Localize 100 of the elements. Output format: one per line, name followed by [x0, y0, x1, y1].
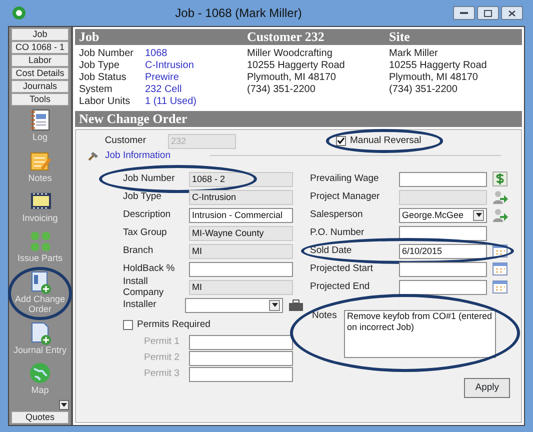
input-field[interactable] — [399, 190, 487, 204]
field-label: Permit 1 — [143, 336, 180, 348]
input-field[interactable]: 1068 - 2 — [189, 172, 293, 186]
field-label: Job Type — [123, 191, 162, 203]
sidebar-tab[interactable]: Labor — [11, 54, 69, 67]
field-label: Job Type — [79, 60, 120, 72]
dollar-icon — [492, 171, 508, 187]
globe-icon — [28, 362, 52, 385]
sidebar-tab[interactable]: CO 1068 - 1 — [11, 41, 69, 54]
checkbox-label: Manual Reversal — [350, 135, 422, 147]
input-field[interactable] — [399, 172, 487, 186]
input-field[interactable] — [399, 226, 487, 240]
job-information-link[interactable]: Job Information — [105, 150, 170, 162]
caret-down-icon — [61, 403, 67, 407]
field-label: Project Manager — [310, 191, 381, 203]
field-label: P.O. Number — [310, 227, 366, 239]
toolbox-icon — [288, 297, 304, 313]
calendar-icon — [492, 261, 508, 277]
calendar-icon — [492, 279, 508, 295]
input-field[interactable]: MI — [189, 280, 293, 294]
minimize-button[interactable] — [453, 6, 475, 20]
apply-button[interactable]: Apply — [464, 378, 510, 398]
input-field[interactable] — [189, 366, 293, 382]
wage-button[interactable] — [491, 171, 509, 187]
input-field[interactable] — [189, 262, 293, 276]
app-icon — [12, 6, 26, 20]
sidebar-tab[interactable]: Quotes — [11, 411, 69, 424]
notebook-icon — [28, 109, 52, 132]
minimize-icon — [460, 12, 468, 14]
field-label: Sold Date — [310, 245, 353, 257]
sidebar-tab[interactable]: Journals — [11, 80, 69, 93]
maximize-button[interactable] — [477, 6, 499, 20]
address-line: 10255 Haggerty Road — [247, 60, 346, 72]
address-line: Plymouth, MI 48170 — [247, 72, 337, 84]
sidebar-tab[interactable]: Tools — [11, 93, 69, 106]
field-label: HoldBack % — [123, 263, 176, 275]
field-value: 232 Cell — [145, 84, 183, 96]
field-value: 1 (11 Used) — [145, 96, 198, 108]
input-field[interactable] — [399, 262, 487, 276]
field-value: Prewire — [145, 72, 180, 84]
sidebar-tab[interactable]: Job — [11, 28, 69, 41]
field-label: Permit 3 — [143, 368, 180, 380]
document-add-icon — [28, 270, 52, 294]
field-label: Prevailing Wage — [310, 173, 380, 185]
address-line: Miller Woodcrafting — [247, 48, 334, 60]
input-field[interactable] — [189, 334, 293, 350]
input-field[interactable]: Intrusion - Commercial — [189, 208, 293, 222]
address-line: 10255 Haggerty Road — [389, 60, 488, 72]
check-icon — [337, 137, 345, 144]
dropdown[interactable] — [185, 298, 284, 312]
checkbox[interactable] — [123, 320, 133, 330]
leaves-icon — [28, 230, 52, 254]
input-field[interactable] — [399, 280, 487, 294]
field-label: Job Number — [123, 173, 176, 185]
input-field[interactable]: C-Intrusion — [189, 190, 293, 204]
maximize-icon — [484, 10, 492, 16]
field-label: Notes — [312, 310, 338, 322]
field-label: Salesperson — [310, 209, 364, 221]
field-label: Job Number — [79, 48, 134, 60]
field-label: Job Status — [79, 72, 128, 84]
field-label: Install Company — [123, 276, 165, 298]
dropdown[interactable]: George.McGee — [399, 208, 487, 222]
input-field[interactable]: MI — [189, 244, 293, 258]
input-field[interactable]: 6/10/2015 — [399, 244, 487, 258]
address-line: (734) 351-2200 — [247, 84, 316, 96]
field-label: Tax Group — [123, 227, 168, 239]
close-button[interactable] — [501, 6, 523, 20]
installer-button[interactable] — [287, 297, 304, 313]
field-label: Projected End — [310, 281, 371, 293]
field-label: Branch — [123, 245, 154, 257]
field-label: Permit 2 — [143, 352, 180, 364]
checkbox-label: Permits Required — [137, 319, 210, 331]
person-arrow-icon — [492, 207, 508, 223]
scroll-down-button[interactable] — [59, 400, 69, 410]
section-title: Site — [389, 29, 411, 45]
caret-down-icon — [272, 303, 278, 307]
field-label: Installer — [123, 299, 158, 311]
select-person-button[interactable] — [491, 207, 509, 223]
section-title-bar: New Change Order — [75, 111, 522, 127]
section-title: Job — [79, 29, 100, 45]
field-value: C-Intrusion — [145, 60, 195, 72]
field-label: Labor Units — [79, 96, 132, 108]
section-title: Customer 232 — [247, 29, 326, 45]
hammer-icon — [88, 150, 100, 160]
field-label: Description — [123, 209, 172, 221]
checkbox[interactable] — [336, 136, 346, 146]
field-label: Customer — [104, 135, 147, 147]
address-line: (734) 351-2200 — [389, 84, 458, 96]
sidebar-tab[interactable]: Cost Details — [11, 67, 69, 80]
notes-field[interactable]: Remove keyfob from CO#1 (entered on incorrect Job) — [344, 310, 496, 358]
input-field[interactable] — [189, 350, 293, 366]
field-value: 1068 — [145, 48, 168, 60]
person-arrow-icon — [492, 189, 508, 205]
window-title: Job - 1068 (Mark Miller) — [174, 6, 303, 20]
address-line: Plymouth, MI 48170 — [389, 72, 479, 84]
notepad-icon — [28, 150, 52, 173]
select-person-button[interactable] — [491, 189, 509, 205]
caret-down-icon — [476, 213, 482, 217]
input-field[interactable]: MI-Wayne County — [189, 226, 293, 240]
field-label: Projected Start — [310, 263, 374, 275]
